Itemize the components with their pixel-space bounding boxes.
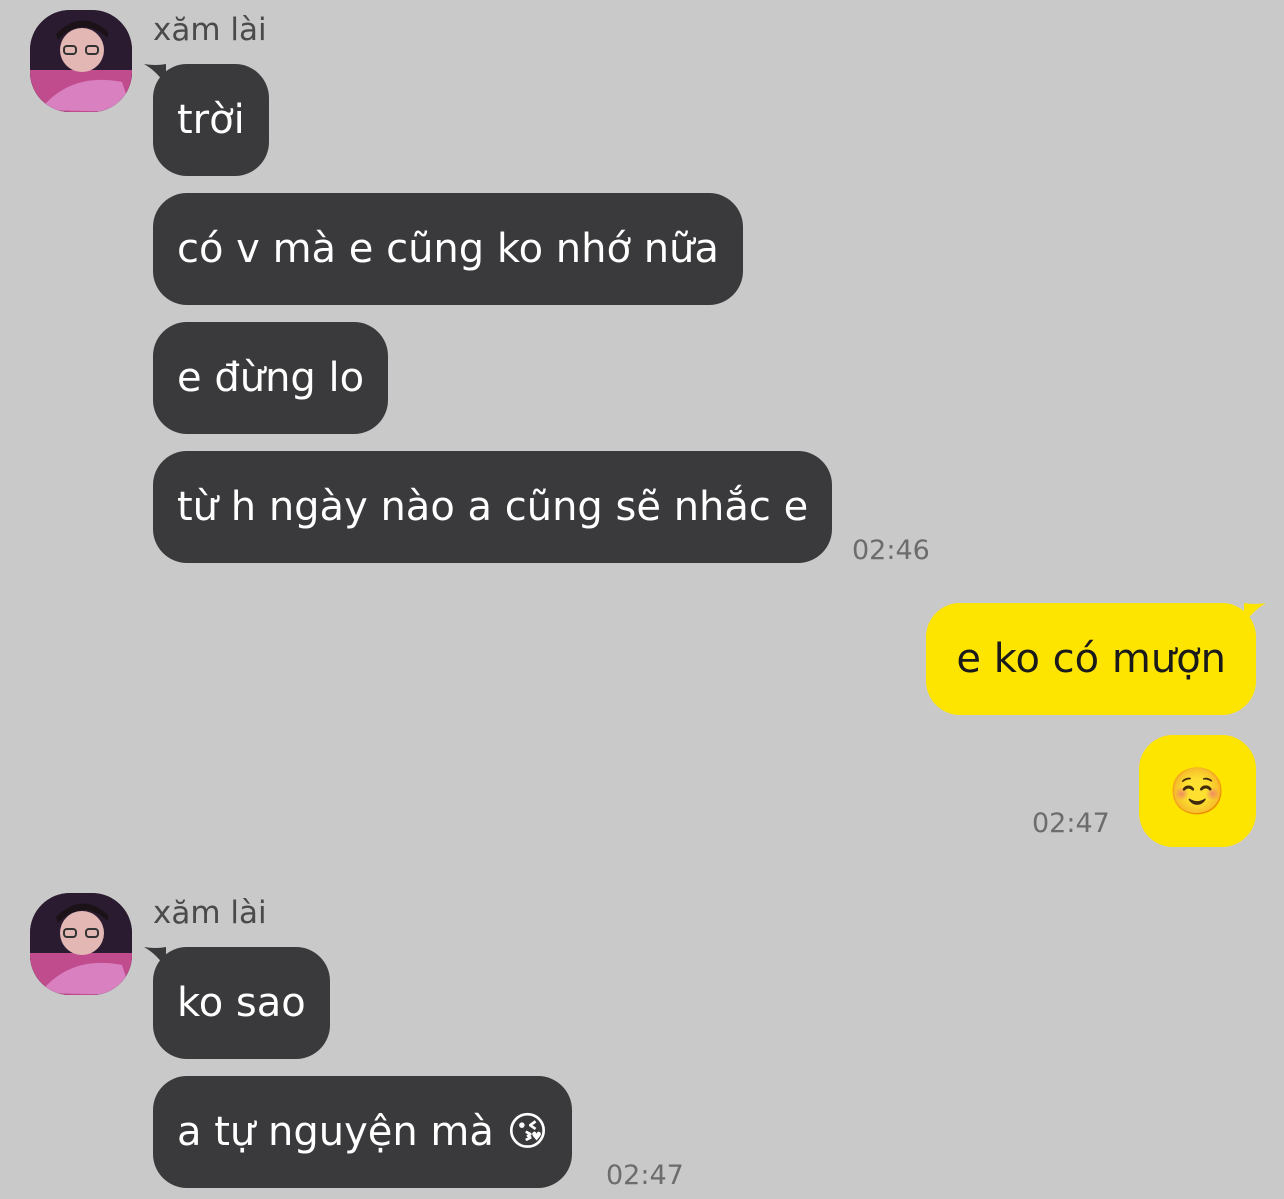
- message-bubble[interactable]: ☺️: [1138, 735, 1256, 847]
- message-bubble[interactable]: e ko có mượn: [926, 603, 1256, 715]
- sender-name: xăm lài: [153, 12, 267, 48]
- avatar-photo-icon: [30, 10, 132, 112]
- message-timestamp: 02:46: [852, 535, 930, 566]
- message-text: trời: [177, 97, 245, 143]
- message-text: a tự nguyện mà 😘: [177, 1109, 549, 1155]
- message-timestamp: 02:47: [1032, 808, 1110, 839]
- message-bubble[interactable]: có v mà e cũng ko nhớ nữa: [153, 193, 743, 305]
- message-text: có v mà e cũng ko nhớ nữa: [177, 226, 719, 272]
- sender-avatar[interactable]: [30, 893, 132, 995]
- message-text: e ko có mượn: [956, 636, 1226, 682]
- message-bubble[interactable]: ko sao: [153, 947, 330, 1059]
- message-timestamp: 02:47: [606, 1160, 684, 1191]
- avatar-photo-icon: [30, 893, 132, 995]
- sender-name: xăm lài: [153, 895, 267, 931]
- bubble-tail: [1244, 603, 1266, 625]
- message-bubble[interactable]: a tự nguyện mà 😘: [153, 1076, 573, 1188]
- message-text: e đừng lo: [177, 355, 365, 401]
- message-text: ko sao: [177, 980, 306, 1026]
- message-text: ☺️: [1168, 763, 1226, 818]
- message-bubble[interactable]: trời: [153, 64, 269, 176]
- message-bubble[interactable]: từ h ngày nào a cũng sẽ nhắc e: [153, 451, 833, 563]
- message-text: từ h ngày nào a cũng sẽ nhắc e: [177, 484, 809, 530]
- sender-avatar[interactable]: [30, 10, 132, 112]
- message-bubble[interactable]: e đừng lo: [153, 322, 389, 434]
